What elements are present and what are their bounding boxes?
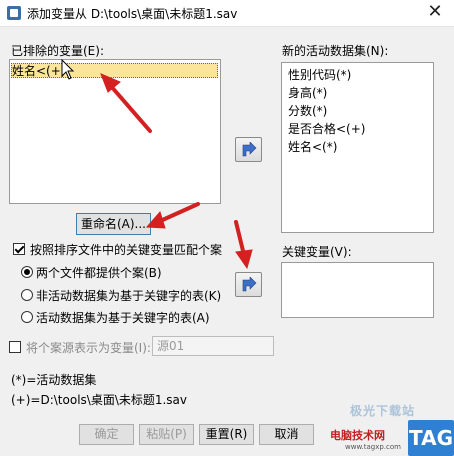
watermark-url: www.tagxp.com [345, 443, 401, 451]
annotation-arrow-3 [234, 220, 246, 257]
annotation-arrows [61, 58, 253, 270]
annotation-arrow-2 [156, 202, 200, 224]
annotation-arrow-1 [108, 83, 152, 133]
watermark-site-name: 电脑技术网 [330, 429, 385, 442]
watermark-top-text: 极光下载站 [350, 404, 416, 418]
mouse-cursor-icon [61, 58, 75, 80]
watermark-badge: TAG [408, 420, 454, 456]
